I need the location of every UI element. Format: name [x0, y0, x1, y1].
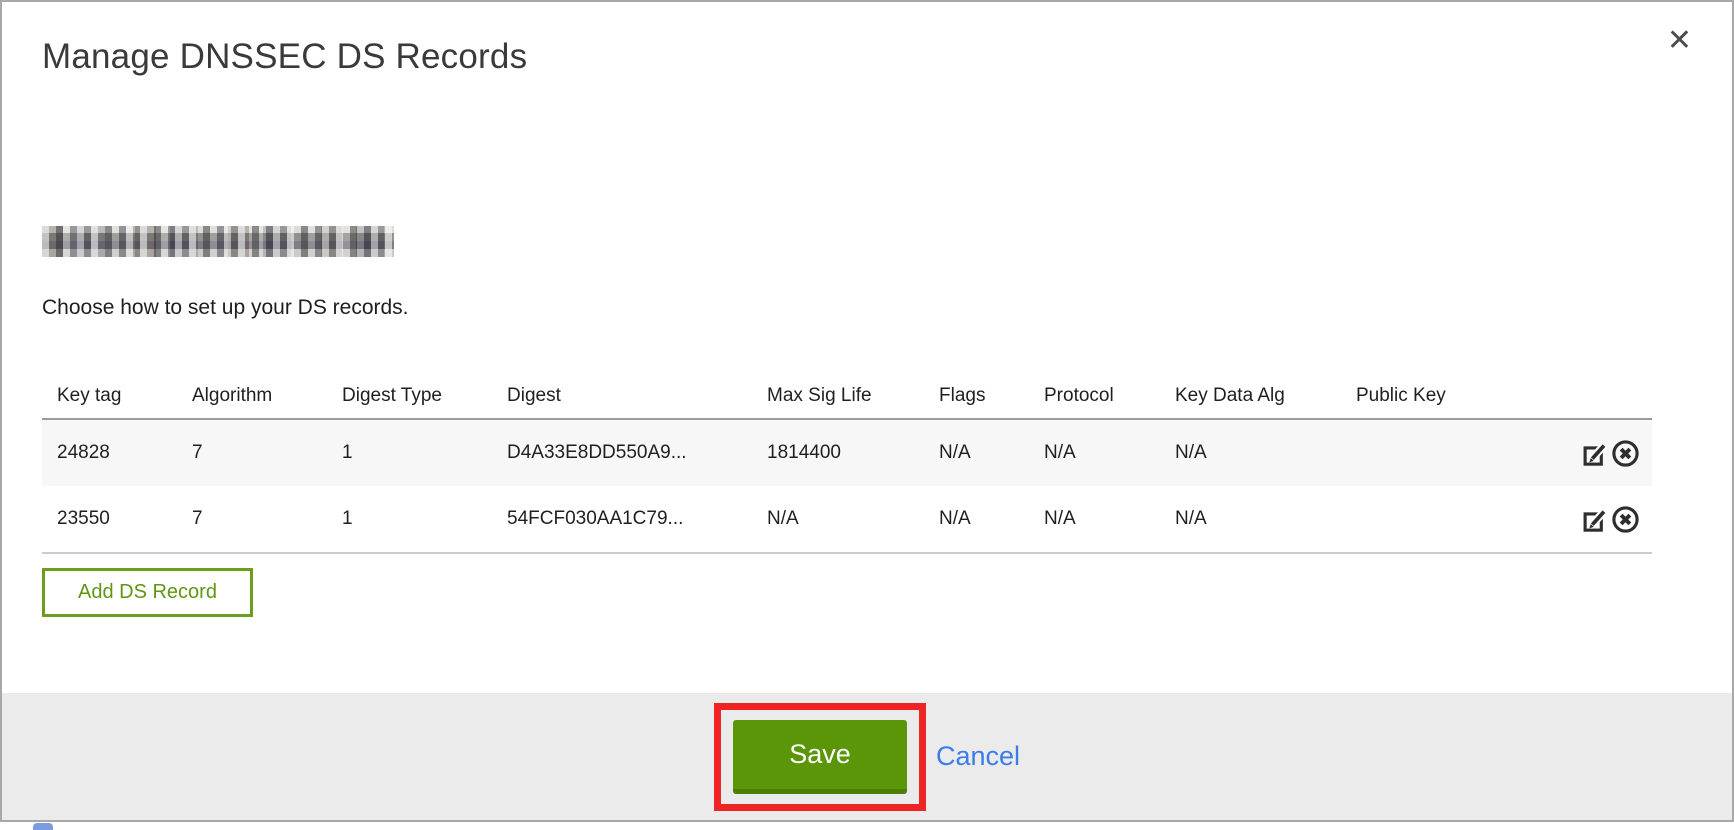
- cell-protocol: N/A: [1029, 486, 1160, 553]
- edit-icon: [1581, 439, 1610, 468]
- cell-digest-type: 1: [327, 419, 492, 486]
- cell-max-sig-life: N/A: [752, 486, 924, 553]
- manage-dnssec-ds-records-dialog: ✕ Manage DNSSEC DS Records Choose how to…: [0, 0, 1734, 822]
- domain-name-redacted: [42, 226, 394, 257]
- save-button[interactable]: Save: [733, 720, 907, 794]
- column-header-actions: [1562, 373, 1652, 419]
- background-artifact: [33, 823, 53, 830]
- cell-max-sig-life: 1814400: [752, 419, 924, 486]
- cell-flags: N/A: [924, 419, 1029, 486]
- description-text: Choose how to set up your DS records.: [42, 294, 1692, 321]
- table-row: 24828 7 1 D4A33E8DD550A9... 1814400 N/A …: [42, 419, 1652, 486]
- page-title: Manage DNSSEC DS Records: [42, 36, 1692, 78]
- delete-record-button[interactable]: [1611, 439, 1640, 468]
- cell-digest: 54FCF030AA1C79...: [492, 486, 752, 553]
- row-actions: [1577, 505, 1652, 534]
- row-actions: [1577, 439, 1652, 468]
- cell-public-key: [1341, 419, 1562, 486]
- dialog-footer: Save Cancel: [2, 693, 1732, 820]
- delete-record-button[interactable]: [1611, 505, 1640, 534]
- cell-public-key: [1341, 486, 1562, 553]
- column-header-algorithm: Algorithm: [177, 373, 327, 419]
- cell-algorithm: 7: [177, 419, 327, 486]
- column-header-max-sig-life: Max Sig Life: [752, 373, 924, 419]
- column-header-public-key: Public Key: [1341, 373, 1562, 419]
- table-row: 23550 7 1 54FCF030AA1C79... N/A N/A N/A …: [42, 486, 1652, 553]
- cell-digest: D4A33E8DD550A9...: [492, 419, 752, 486]
- cell-key-tag: 24828: [42, 419, 177, 486]
- cell-key-tag: 23550: [42, 486, 177, 553]
- column-header-key-tag: Key tag: [42, 373, 177, 419]
- delete-icon: [1611, 439, 1640, 468]
- edit-record-button[interactable]: [1581, 505, 1610, 534]
- column-header-digest: Digest: [492, 373, 752, 419]
- cell-digest-type: 1: [327, 486, 492, 553]
- cell-protocol: N/A: [1029, 419, 1160, 486]
- edit-icon: [1581, 505, 1610, 534]
- column-header-protocol: Protocol: [1029, 373, 1160, 419]
- annotation-highlight-box: Save: [714, 703, 926, 811]
- cell-key-data-alg: N/A: [1160, 486, 1341, 553]
- table-header-row: Key tag Algorithm Digest Type Digest Max…: [42, 373, 1652, 419]
- column-header-flags: Flags: [924, 373, 1029, 419]
- column-header-key-data-alg: Key Data Alg: [1160, 373, 1341, 419]
- delete-icon: [1611, 505, 1640, 534]
- dialog-body: Manage DNSSEC DS Records Choose how to s…: [2, 36, 1732, 617]
- ds-records-table: Key tag Algorithm Digest Type Digest Max…: [42, 373, 1652, 554]
- cell-flags: N/A: [924, 486, 1029, 553]
- add-ds-record-button[interactable]: Add DS Record: [42, 568, 253, 617]
- cell-key-data-alg: N/A: [1160, 419, 1341, 486]
- edit-record-button[interactable]: [1581, 439, 1610, 468]
- cancel-link[interactable]: Cancel: [936, 741, 1020, 772]
- column-header-digest-type: Digest Type: [327, 373, 492, 419]
- cell-algorithm: 7: [177, 486, 327, 553]
